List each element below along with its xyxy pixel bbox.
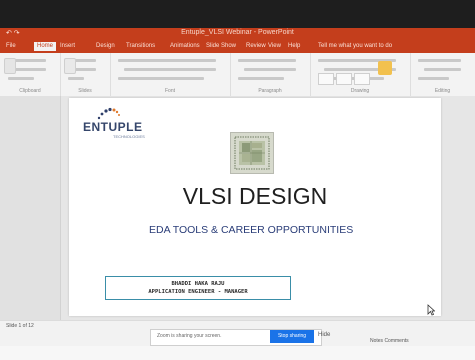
logo-tagline: TECHNOLOGIES — [113, 134, 145, 139]
tab-view[interactable]: View — [268, 43, 281, 49]
ribbon-group-slides: Slides — [60, 53, 111, 96]
mouse-cursor-icon — [427, 304, 435, 316]
tab-help[interactable]: Help — [288, 43, 300, 49]
ribbon-control[interactable] — [424, 68, 461, 71]
taskbar-strip — [0, 346, 475, 360]
ribbon: Clipboard Slides Font Paragraph Drawing Editi… — [0, 53, 475, 97]
ribbon-control[interactable] — [8, 77, 34, 80]
hide-notification-button[interactable]: Hide — [318, 332, 330, 338]
ribbon-group-label: Drawing — [350, 88, 370, 94]
ribbon-group-label: Slides — [78, 88, 92, 94]
new-slide-icon[interactable] — [64, 58, 76, 74]
tab-file[interactable]: File — [6, 43, 16, 49]
status-controls[interactable]: Notes Comments — [370, 338, 409, 344]
slide-counter: Slide 1 of 12 — [6, 323, 34, 329]
ribbon-control[interactable] — [238, 59, 296, 62]
slide-thumbnail-pane[interactable] — [0, 96, 61, 320]
ribbon-control[interactable] — [118, 77, 204, 80]
window-title: Entuple_VLSI Webinar - PowerPoint — [181, 29, 294, 36]
tab-slide-show[interactable]: Slide Show — [206, 43, 236, 49]
tab-review[interactable]: Review — [246, 43, 266, 49]
presenter-box: BHADDI HAKA RAJU APPLICATION ENGINEER - … — [105, 276, 291, 300]
sharing-notification-text: Zoom is sharing your screen. — [157, 333, 222, 339]
presenter-role: APPLICATION ENGINEER - MANAGER — [148, 289, 248, 295]
stop-sharing-button[interactable]: Stop sharing — [270, 330, 314, 343]
ribbon-control[interactable] — [14, 68, 46, 71]
slide-canvas[interactable]: ENTUPLE TECHNOLOGIES VLSI DESIGN EDA TOO… — [69, 98, 441, 316]
ribbon-control[interactable] — [124, 68, 216, 71]
slide-subtitle: EDA TOOLS & CAREER OPPORTUNITIES — [149, 224, 354, 236]
ribbon-control[interactable] — [238, 77, 284, 80]
shape-style-swatch[interactable] — [354, 73, 370, 85]
tab-animations[interactable]: Animations — [170, 43, 200, 49]
paste-icon[interactable] — [4, 58, 16, 74]
ribbon-control[interactable] — [244, 68, 296, 71]
ribbon-group-label: Clipboard — [19, 88, 41, 94]
title-bar: ↶ ↷ Entuple_VLSI Webinar - PowerPoint — [0, 28, 475, 41]
ribbon-group-label: Paragraph — [258, 88, 282, 94]
tab-design[interactable]: Design — [96, 43, 115, 49]
ribbon-control[interactable] — [118, 59, 216, 62]
shape-style-swatch[interactable] — [318, 73, 334, 85]
presenter-name: BHADDI HAKA RAJU — [171, 281, 225, 287]
ribbon-control[interactable] — [418, 77, 449, 80]
ribbon-control[interactable] — [74, 68, 96, 71]
screen-bezel — [0, 0, 475, 28]
ribbon-tabs: File Home Insert Design Transitions Animation… — [0, 41, 475, 53]
ribbon-group-clipboard: Clipboard — [0, 53, 61, 96]
tab-insert[interactable]: Insert — [60, 43, 75, 49]
ribbon-control[interactable] — [68, 77, 84, 80]
ribbon-group-label: Font — [164, 88, 175, 94]
chip-layout-image — [230, 132, 274, 174]
ribbon-group-label: Editing — [434, 88, 451, 94]
ribbon-group-paragraph: Paragraph — [230, 53, 311, 96]
ribbon-control[interactable] — [418, 59, 461, 62]
ribbon-group-drawing: Drawing — [310, 53, 411, 96]
tab-tell-me-what-you-want-to-do[interactable]: Tell me what you want to do — [318, 43, 392, 49]
ribbon-group-font: Font — [110, 53, 231, 96]
arrange-icon[interactable] — [378, 61, 392, 75]
tab-transitions[interactable]: Transitions — [126, 43, 155, 49]
shape-style-swatch[interactable] — [336, 73, 352, 85]
tab-home[interactable]: Home — [34, 42, 57, 51]
slide-title: VLSI DESIGN — [182, 183, 328, 209]
logo-text: ENTUPLE — [83, 120, 143, 134]
ribbon-group-editing: Editing — [410, 53, 475, 96]
